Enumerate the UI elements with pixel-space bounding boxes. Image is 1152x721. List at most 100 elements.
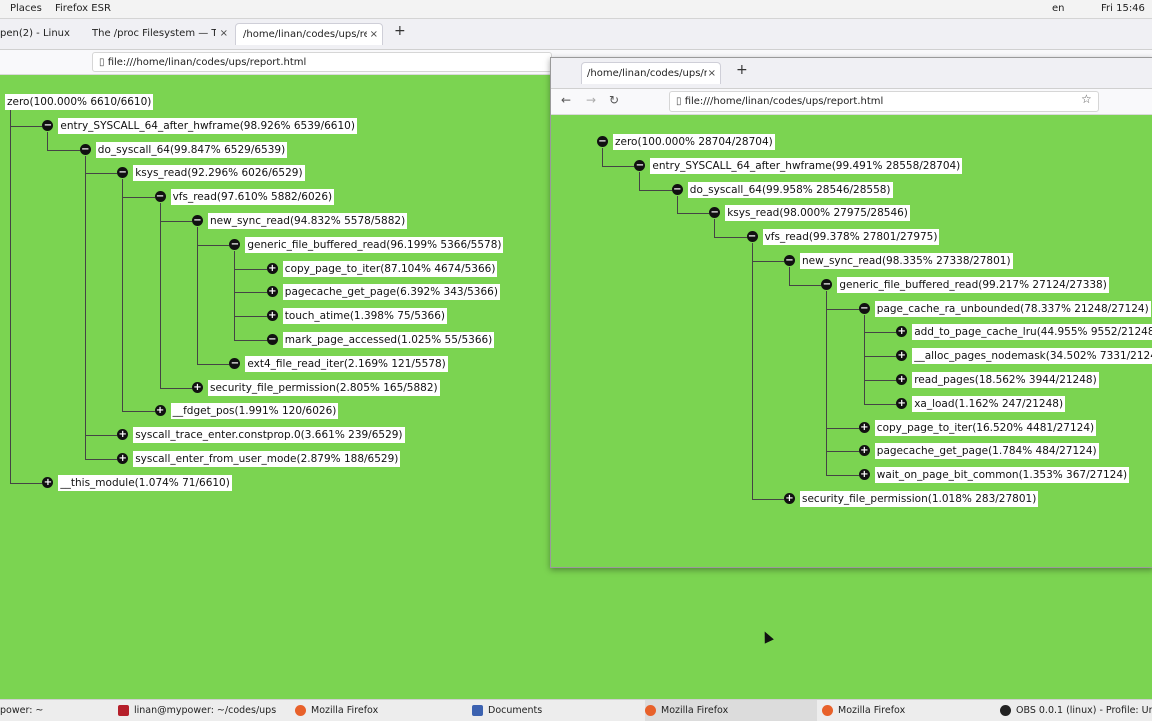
- tree-node-label[interactable]: vfs_read(97.610% 5882/6026): [170, 189, 335, 206]
- taskbar-item-firefox-2[interactable]: Mozilla Firefox: [645, 700, 817, 721]
- tree-node-label[interactable]: do_syscall_64(99.958% 28546/28558): [687, 181, 893, 198]
- collapse-icon[interactable]: −: [858, 302, 870, 314]
- tree-node-label[interactable]: ext4_file_read_iter(2.169% 121/5578): [245, 355, 448, 372]
- url-bar[interactable]: ▯ file:///home/linan/codes/ups/report.ht…: [92, 52, 552, 72]
- app-menu[interactable]: Firefox ESR: [55, 3, 111, 14]
- collapse-icon[interactable]: −: [634, 159, 646, 171]
- reload-button[interactable]: ↻: [609, 93, 619, 107]
- collapse-icon[interactable]: −: [79, 143, 91, 155]
- expand-icon[interactable]: +: [896, 374, 908, 385]
- close-icon[interactable]: ×: [370, 24, 378, 45]
- taskbar-item-firefox-3[interactable]: Mozilla Firefox: [822, 700, 994, 721]
- taskbar-item-documents[interactable]: Documents: [472, 700, 637, 721]
- tree-node-label[interactable]: wait_on_page_bit_common(1.353% 367/27124…: [874, 467, 1130, 484]
- tree-node-label[interactable]: mark_page_accessed(1.025% 55/5366): [282, 332, 495, 348]
- tree-node-label[interactable]: add_to_page_cache_lru(44.955% 9552/21248…: [912, 324, 1152, 341]
- collapse-icon[interactable]: −: [784, 255, 795, 266]
- collapse-icon[interactable]: −: [117, 167, 129, 179]
- collapse-icon[interactable]: −: [154, 191, 166, 203]
- tree-branch-line: [826, 475, 859, 477]
- collapse-icon[interactable]: −: [192, 215, 203, 226]
- expand-icon[interactable]: +: [784, 493, 795, 504]
- collapse-icon[interactable]: −: [229, 238, 241, 250]
- tree-node-label[interactable]: read_pages(18.562% 3944/21248): [912, 372, 1099, 388]
- tree-branch-line: [863, 356, 897, 358]
- expand-icon[interactable]: +: [896, 397, 908, 409]
- tab-report[interactable]: /home/linan/codes/ups/report ×: [235, 23, 383, 45]
- tree-node-label[interactable]: generic_file_buffered_read(96.199% 5366/…: [245, 236, 504, 253]
- places-menu[interactable]: Places: [10, 3, 42, 14]
- tab-proc-filesystem[interactable]: The /proc Filesystem — The ×: [86, 23, 232, 45]
- tree-node-label[interactable]: generic_file_buffered_read(99.217% 27124…: [837, 276, 1109, 293]
- expand-icon[interactable]: +: [192, 381, 203, 393]
- tree-node-label[interactable]: zero(100.000% 28704/28704): [613, 134, 775, 150]
- expand-icon[interactable]: +: [154, 405, 166, 417]
- tab-report[interactable]: /home/linan/codes/ups/report ×: [581, 62, 721, 84]
- taskbar-item-obs[interactable]: OBS 0.0.1 (linux) - Profile: Untitled: [1000, 700, 1152, 721]
- new-tab-button[interactable]: +: [736, 62, 748, 78]
- tree-node-label[interactable]: do_syscall_64(99.847% 6529/6539): [95, 141, 288, 158]
- tree-node-label[interactable]: touch_atime(1.398% 75/5366): [282, 308, 448, 325]
- tree-node-label[interactable]: pagecache_get_page(1.784% 484/27124): [874, 443, 1099, 460]
- expand-icon[interactable]: +: [896, 326, 908, 338]
- taskbar-item-terminal-ups[interactable]: linan@mypower: ~/codes/ups: [118, 700, 283, 721]
- tree-node-label[interactable]: security_file_permission(1.018% 283/2780…: [800, 491, 1039, 507]
- tree-node-label[interactable]: ksys_read(98.000% 27975/28546): [725, 205, 910, 222]
- tree-node-label[interactable]: syscall_trace_enter.constprop.0(3.661% 2…: [133, 427, 405, 444]
- expand-icon[interactable]: +: [266, 286, 278, 298]
- collapse-icon[interactable]: −: [597, 136, 608, 147]
- firefox-icon: [295, 705, 306, 716]
- collapse-icon[interactable]: −: [229, 357, 241, 369]
- tree-node-label[interactable]: pagecache_get_page(6.392% 343/5366): [282, 284, 500, 301]
- tree-node-label[interactable]: page_cache_ra_unbounded(78.337% 21248/27…: [874, 300, 1151, 317]
- tree-branch-line: [826, 308, 859, 310]
- tree-connector-line: [10, 108, 11, 483]
- url-bar[interactable]: ▯ file:///home/linan/codes/ups/report.ht…: [669, 91, 1099, 112]
- new-tab-button[interactable]: +: [394, 23, 406, 39]
- tree-branch-line: [602, 165, 635, 167]
- taskbar-item-terminal[interactable]: power: ~: [0, 700, 110, 721]
- collapse-icon[interactable]: −: [709, 207, 721, 219]
- expand-icon[interactable]: +: [42, 476, 54, 488]
- clock[interactable]: Fri 15:46: [1101, 3, 1145, 14]
- tree-node-label[interactable]: copy_page_to_iter(87.104% 4674/5366): [282, 260, 498, 277]
- tree-node-label[interactable]: __alloc_pages_nodemask(34.502% 7331/2124…: [912, 348, 1152, 365]
- close-icon[interactable]: ×: [708, 63, 716, 84]
- tree-node-label[interactable]: new_sync_read(94.832% 5578/5882): [208, 213, 408, 229]
- expand-icon[interactable]: +: [117, 429, 129, 441]
- tree-node-label[interactable]: xa_load(1.162% 247/21248): [912, 395, 1066, 412]
- tree-node-label[interactable]: entry_SYSCALL_64_after_hwframe(99.491% 2…: [650, 157, 963, 174]
- expand-icon[interactable]: +: [266, 310, 278, 322]
- expand-icon[interactable]: +: [858, 445, 870, 457]
- tree-node-label[interactable]: ksys_read(92.296% 6026/6529): [133, 165, 305, 182]
- tree-node-label[interactable]: syscall_enter_from_user_mode(2.879% 188/…: [133, 451, 401, 467]
- tree-node-label[interactable]: entry_SYSCALL_64_after_hwframe(98.926% 6…: [58, 117, 357, 134]
- tab-pen-linux[interactable]: pen(2) - Linux m: [0, 23, 78, 45]
- expand-icon[interactable]: +: [858, 421, 870, 433]
- expand-icon[interactable]: +: [266, 262, 278, 274]
- tree-node-label[interactable]: vfs_read(99.378% 27801/27975): [762, 229, 940, 246]
- collapse-icon[interactable]: −: [746, 231, 758, 243]
- tree-node-label[interactable]: __fdget_pos(1.991% 120/6026): [170, 403, 339, 420]
- tree-branch-line: [197, 244, 230, 246]
- tree-node-label[interactable]: __this_module(1.074% 71/6610): [58, 474, 232, 491]
- collapse-icon[interactable]: −: [266, 334, 278, 345]
- bookmark-star-icon[interactable]: ☆: [1081, 92, 1092, 106]
- tree-node-label[interactable]: copy_page_to_iter(16.520% 4481/27124): [874, 419, 1097, 436]
- tree-node-label[interactable]: security_file_permission(2.805% 165/5882…: [208, 379, 440, 396]
- expand-icon[interactable]: +: [896, 350, 908, 362]
- collapse-icon[interactable]: −: [821, 278, 833, 290]
- tree-node-label[interactable]: new_sync_read(98.335% 27338/27801): [800, 253, 1013, 269]
- language-indicator[interactable]: en: [1052, 3, 1065, 14]
- expand-icon[interactable]: +: [117, 453, 129, 464]
- forward-button[interactable]: →: [586, 93, 596, 107]
- terminal-icon: [118, 705, 129, 716]
- expand-icon[interactable]: +: [858, 469, 870, 481]
- collapse-icon[interactable]: −: [42, 119, 54, 131]
- collapse-icon[interactable]: −: [671, 183, 683, 195]
- back-button[interactable]: ←: [561, 93, 571, 107]
- mouse-cursor: [760, 629, 774, 644]
- tree-node-label[interactable]: zero(100.000% 6610/6610): [5, 94, 154, 110]
- taskbar-item-firefox-1[interactable]: Mozilla Firefox: [295, 700, 465, 721]
- close-icon[interactable]: ×: [220, 23, 228, 45]
